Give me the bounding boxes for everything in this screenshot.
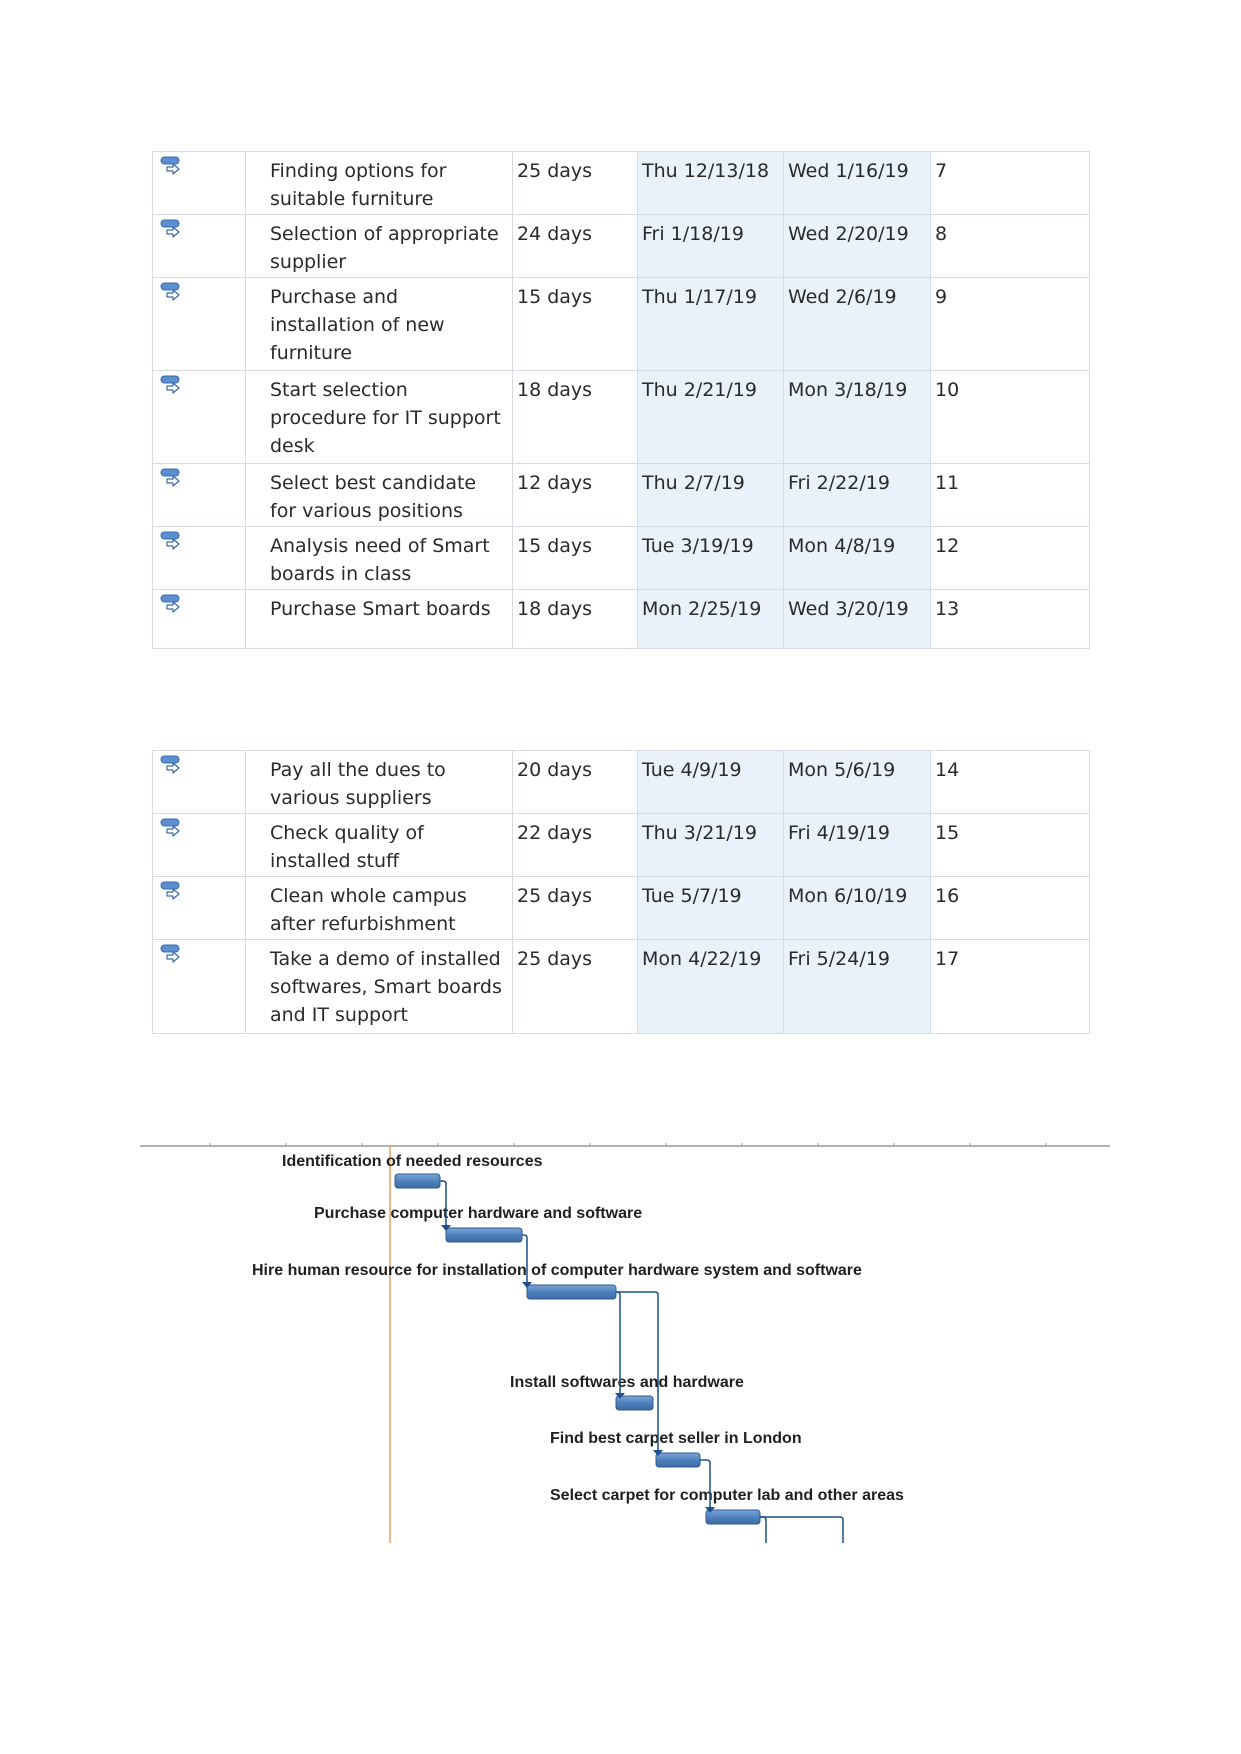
gantt-task-label: Identification of needed resources: [282, 1153, 543, 1170]
dependency-link: [760, 1516, 844, 1543]
gantt-task-bar: [526, 1284, 617, 1300]
gantt-task-label: Find best carpet seller in London: [550, 1430, 802, 1447]
gantt-chart: Identification of needed resources Purcha…: [140, 1143, 1110, 1543]
gantt-task-bar: [445, 1227, 523, 1243]
gantt-task-label: Select carpet for computer lab and other…: [550, 1487, 904, 1504]
gantt-task-bar: [705, 1509, 761, 1525]
dependency-link: [616, 1291, 659, 1451]
gantt-task-bar: [394, 1173, 441, 1189]
gantt-task-bar: [615, 1395, 654, 1411]
gantt-task-label: Purchase computer hardware and software: [314, 1205, 642, 1222]
gantt-task-bar: [655, 1452, 701, 1468]
gantt-task-label: Hire human resource for installation of …: [252, 1262, 862, 1279]
gantt-task-label: Install softwares and hardware: [510, 1374, 744, 1391]
dependency-link: [760, 1516, 767, 1543]
